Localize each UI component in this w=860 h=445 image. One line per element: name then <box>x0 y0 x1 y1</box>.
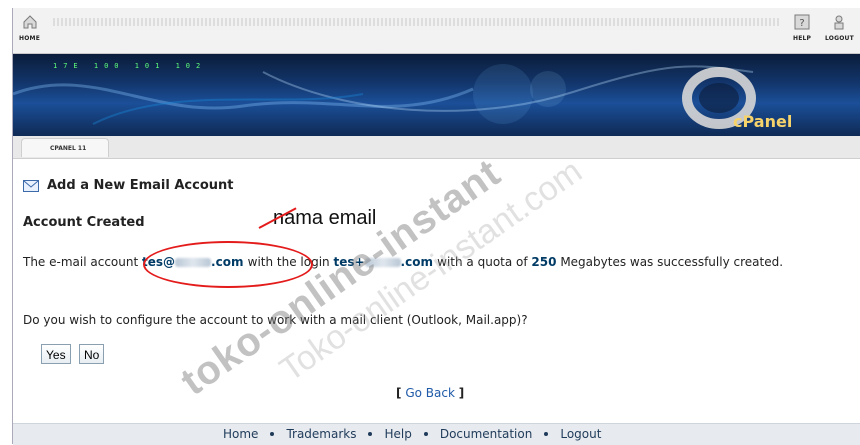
cpanel-logo-text: cPanel <box>733 112 793 131</box>
go-back-bracket-close: ] <box>458 386 465 400</box>
footer-links: Home Trademarks Help Documentation Logou… <box>223 427 601 441</box>
footer-separator <box>368 432 373 436</box>
quota-value: 250 <box>531 255 557 269</box>
logout-button[interactable]: LOGOUT <box>825 14 854 42</box>
status-heading: Account Created <box>23 215 145 230</box>
help-label: HELP <box>793 35 812 42</box>
footer-link-home[interactable]: Home <box>223 427 258 441</box>
yes-button[interactable]: Yes <box>41 344 71 364</box>
tab-strip: CPANEL 11 <box>13 136 860 159</box>
footer-link-logout[interactable]: Logout <box>560 427 601 441</box>
annotation-ellipse <box>143 241 313 288</box>
page-title-text: Add a New Email Account <box>47 178 234 193</box>
svg-text:?: ? <box>799 18 804 29</box>
footer-link-trademarks[interactable]: Trademarks <box>286 427 356 441</box>
home-label: HOME <box>19 35 40 42</box>
go-back: [ Go Back ] <box>396 386 464 400</box>
footer-link-documentation[interactable]: Documentation <box>440 427 533 441</box>
toolbar-pattern <box>53 18 781 26</box>
header-banner: 17E 100 101 102 cPanel <box>13 54 860 136</box>
footer: Home Trademarks Help Documentation Logou… <box>13 423 860 445</box>
footer-separator <box>270 432 275 436</box>
tab-cpanel-11[interactable]: CPANEL 11 <box>21 138 109 157</box>
home-icon <box>23 15 36 29</box>
page-title: Add a New Email Account <box>23 178 234 193</box>
top-toolbar: HOME ? HELP LOGOUT <box>13 8 860 54</box>
footer-separator <box>544 432 549 436</box>
help-button[interactable]: ? HELP <box>793 14 811 42</box>
footer-link-help[interactable]: Help <box>384 427 411 441</box>
go-back-link[interactable]: Go Back <box>405 386 455 400</box>
cpanel-window: HOME ? HELP LOGOUT 17E 100 101 102 cPane… <box>12 8 860 445</box>
tab-label: CPANEL 11 <box>50 145 87 152</box>
help-icon: ? <box>794 14 810 30</box>
logout-icon <box>834 15 844 30</box>
go-back-bracket-open: [ <box>396 386 402 400</box>
home-button[interactable]: HOME <box>19 14 40 42</box>
email-envelope-icon <box>23 179 39 192</box>
logout-label: LOGOUT <box>825 35 854 42</box>
footer-separator <box>423 432 428 436</box>
cpanel-logo: cPanel <box>671 60 821 132</box>
no-button[interactable]: No <box>79 344 105 364</box>
